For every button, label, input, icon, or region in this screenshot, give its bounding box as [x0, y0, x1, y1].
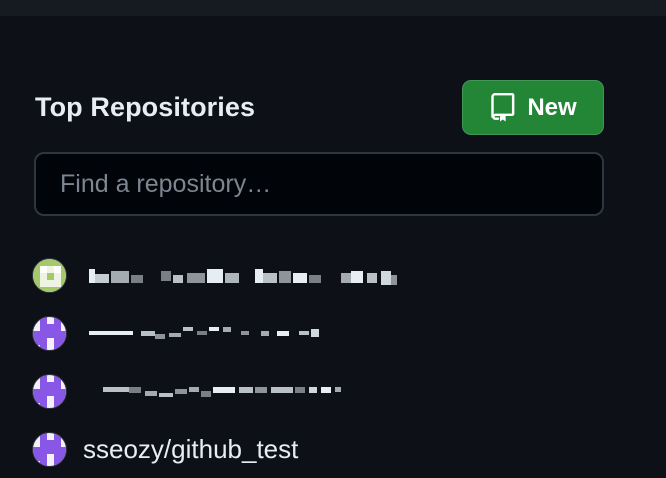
- repository-list: sseozy/github_test: [32, 246, 632, 478]
- redacted-repository-name[interactable]: [89, 260, 431, 290]
- redacted-repository-name[interactable]: [89, 376, 349, 406]
- new-button-label: New: [527, 93, 577, 121]
- avatar[interactable]: [32, 373, 67, 409]
- repository-list-item: [32, 304, 632, 362]
- avatar[interactable]: [32, 315, 67, 351]
- section-title: Top Repositories: [35, 92, 256, 122]
- repository-link[interactable]: sseozy/github_test: [83, 434, 298, 465]
- repo-icon: [489, 92, 517, 123]
- repository-list-item: [32, 246, 632, 304]
- repository-list-item: sseozy/github_test: [32, 420, 632, 478]
- top-repositories-header: Top Repositories New: [35, 80, 605, 136]
- avatar[interactable]: [32, 431, 67, 467]
- find-repository-input[interactable]: [34, 152, 604, 216]
- top-header-strip: [0, 0, 666, 16]
- repository-list-item: [32, 362, 632, 420]
- new-repository-button[interactable]: New: [462, 80, 604, 135]
- avatar[interactable]: [32, 257, 67, 293]
- redacted-repository-name[interactable]: [89, 318, 343, 348]
